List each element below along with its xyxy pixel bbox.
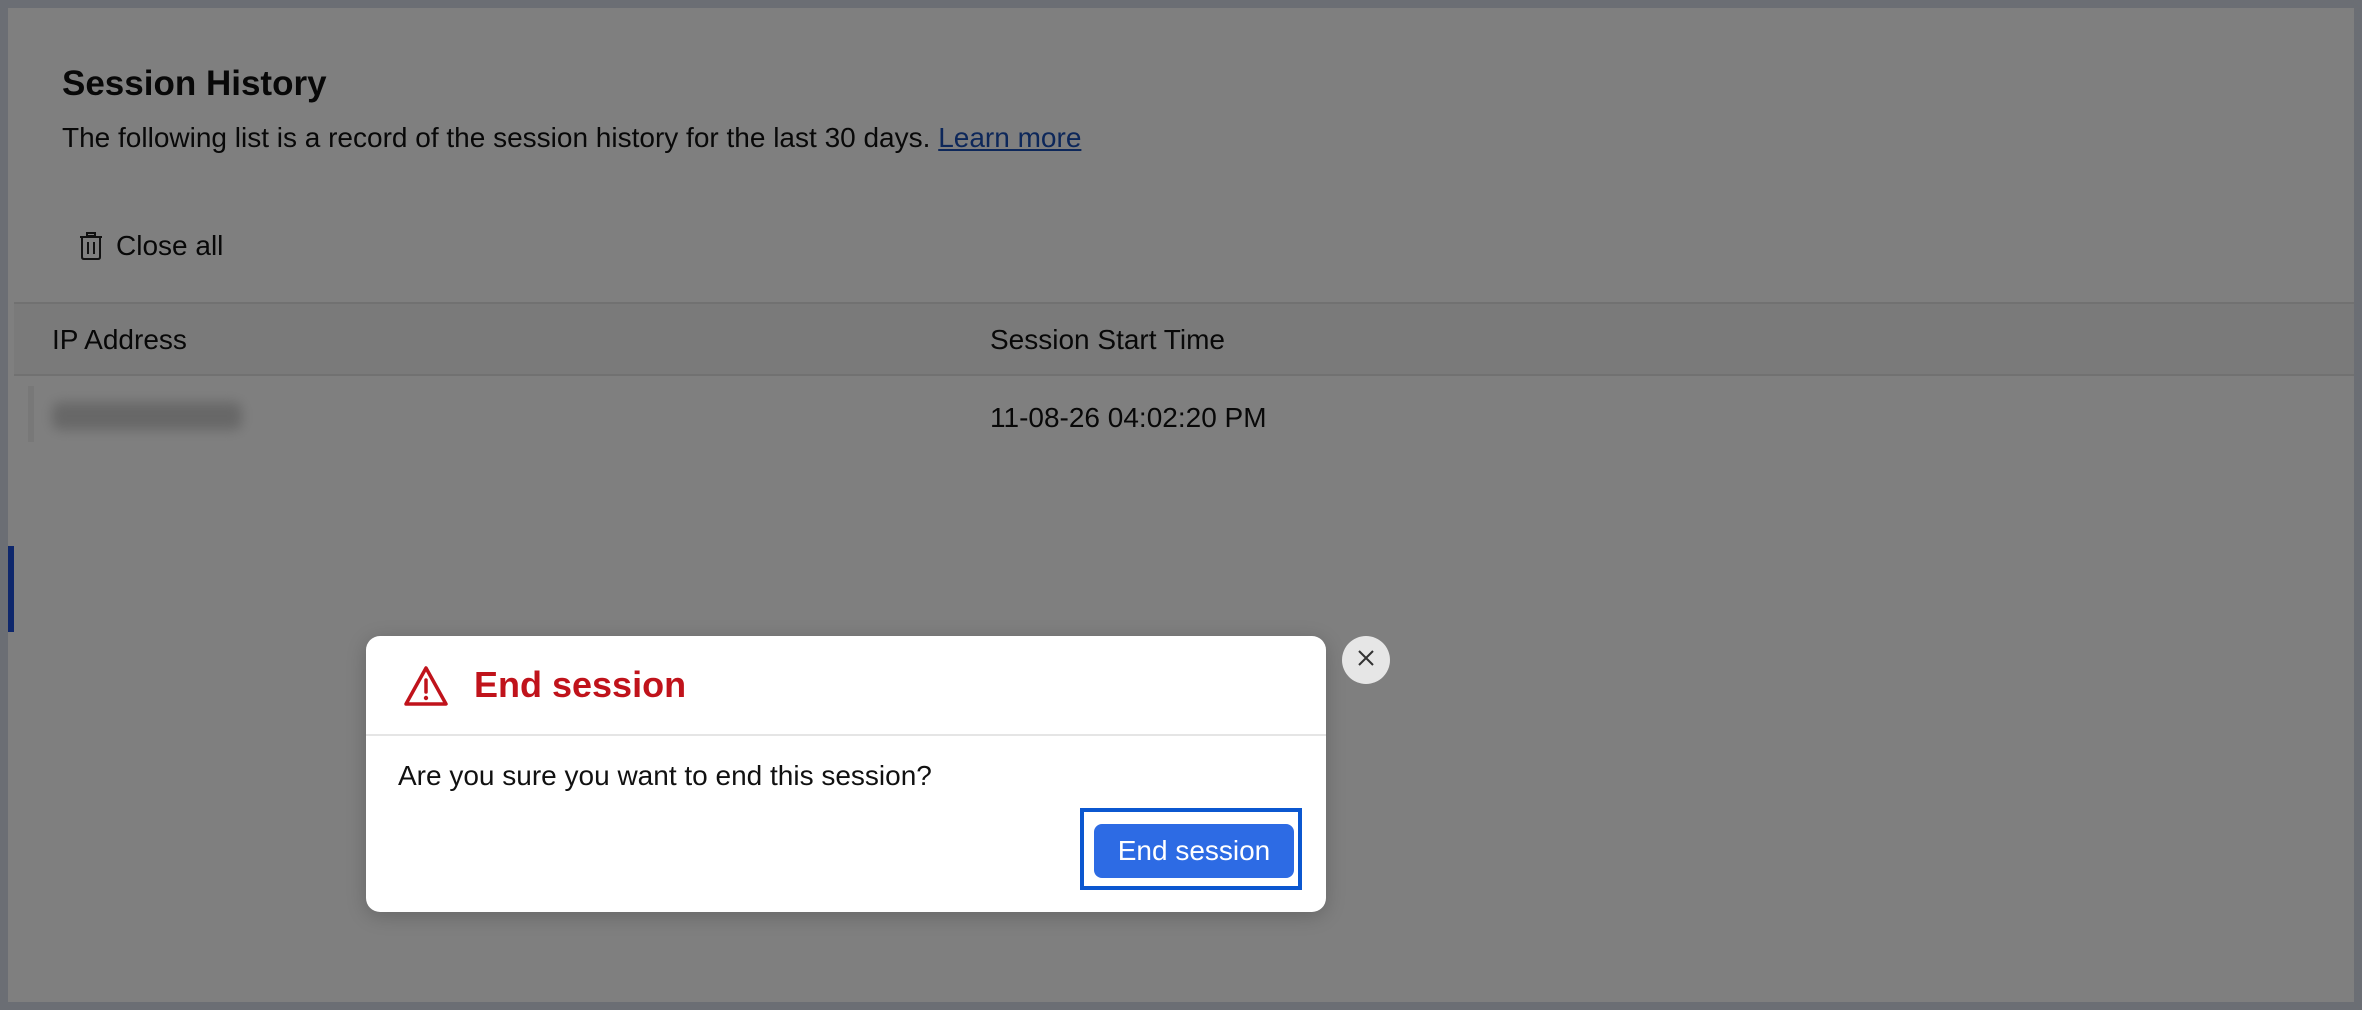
warning-icon — [402, 664, 450, 708]
dialog-header: End session — [366, 636, 1326, 736]
dialog-title: End session — [474, 664, 687, 705]
dialog-close-button[interactable] — [1342, 636, 1390, 684]
end-session-button[interactable]: End session — [1094, 824, 1294, 878]
end-session-dialog: End session Are you sure you want to end… — [366, 636, 1326, 912]
close-icon — [1356, 648, 1376, 673]
dialog-message: Are you sure you want to end this sessio… — [398, 760, 932, 791]
